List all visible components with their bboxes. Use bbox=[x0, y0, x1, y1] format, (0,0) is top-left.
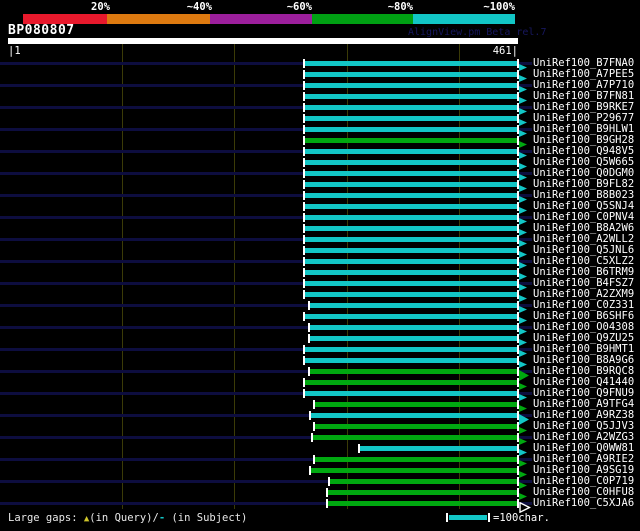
scale-segment-100% bbox=[413, 14, 515, 24]
hit-bar[interactable] bbox=[305, 193, 518, 198]
subject-gap-text: (in Subject) bbox=[165, 512, 248, 524]
hit-bar[interactable] bbox=[315, 402, 518, 407]
ruler-end: 461| bbox=[492, 45, 518, 57]
scale-segment-40% bbox=[107, 14, 210, 24]
hit-bar[interactable] bbox=[305, 160, 518, 165]
hit-bar[interactable] bbox=[305, 237, 518, 242]
hit-bar[interactable] bbox=[305, 105, 518, 110]
hit-bar[interactable] bbox=[305, 270, 518, 275]
hit-bar[interactable] bbox=[313, 435, 518, 440]
scale-label: ~60% bbox=[286, 1, 312, 13]
scale-label: ~40% bbox=[186, 1, 212, 13]
hit-row: UniRef100_C5XJA6 bbox=[0, 498, 640, 514]
scale-label: 20% bbox=[91, 1, 110, 13]
scale-segment-80% bbox=[312, 14, 413, 24]
hit-bar[interactable] bbox=[305, 83, 518, 88]
hit-bar[interactable] bbox=[315, 457, 518, 462]
hit-bar[interactable] bbox=[305, 314, 518, 319]
large-gaps-note: Large gaps: ▲(in Query)/- (in Subject) bbox=[8, 512, 247, 524]
scale-label: ~80% bbox=[387, 1, 413, 13]
hit-bar[interactable] bbox=[305, 94, 518, 99]
hit-bar[interactable] bbox=[360, 446, 518, 451]
legend-scale-bar bbox=[449, 515, 487, 520]
hit-label[interactable]: UniRef100_C5XJA6 bbox=[533, 498, 634, 509]
hit-bar[interactable] bbox=[305, 248, 518, 253]
hit-bar[interactable] bbox=[310, 325, 518, 330]
hit-bar[interactable] bbox=[305, 281, 518, 286]
hit-bar[interactable] bbox=[328, 501, 518, 506]
hit-bar[interactable] bbox=[305, 149, 518, 154]
hit-bar[interactable] bbox=[305, 182, 518, 187]
hit-bar[interactable] bbox=[305, 215, 518, 220]
hit-bar[interactable] bbox=[305, 127, 518, 132]
hit-bar[interactable] bbox=[305, 347, 518, 352]
hit-bar[interactable] bbox=[305, 259, 518, 264]
watermark: AlignView.pm Beta rel.7 bbox=[408, 27, 547, 38]
query-bar bbox=[8, 38, 518, 44]
large-gaps-label: Large gaps: bbox=[8, 512, 84, 524]
hit-bar[interactable] bbox=[305, 204, 518, 209]
query-gap-text: (in Query)/ bbox=[89, 512, 159, 524]
hit-bar[interactable] bbox=[305, 116, 518, 121]
hit-bar[interactable] bbox=[305, 391, 518, 396]
hit-bar[interactable] bbox=[310, 369, 518, 374]
hit-bar[interactable] bbox=[310, 303, 518, 308]
hit-bar[interactable] bbox=[305, 380, 518, 385]
alignview-screen: 20% ~40% ~60% ~80% ~100% BP080807 AlignView.… bbox=[0, 0, 640, 531]
legend-scale-label: =100char. bbox=[493, 512, 550, 524]
hit-bar[interactable] bbox=[315, 424, 518, 429]
hit-bar[interactable] bbox=[310, 336, 518, 341]
scale-segment-60% bbox=[210, 14, 312, 24]
query-name: BP080807 bbox=[8, 23, 75, 38]
hit-bar[interactable] bbox=[305, 226, 518, 231]
hit-bar[interactable] bbox=[305, 72, 518, 77]
legend-start-tick bbox=[446, 513, 448, 522]
legend-end-tick bbox=[488, 513, 490, 522]
hit-bar[interactable] bbox=[328, 490, 518, 495]
hit-bar[interactable] bbox=[305, 61, 518, 66]
hit-rows: UniRef100_B7FNA0 UniRef100_A7PEE5 UniRef10… bbox=[0, 58, 640, 514]
hit-bar[interactable] bbox=[305, 292, 518, 297]
hit-bar[interactable] bbox=[330, 479, 518, 484]
hit-bar[interactable] bbox=[311, 468, 518, 473]
scale-label: ~100% bbox=[483, 1, 515, 13]
hit-bar[interactable] bbox=[305, 138, 518, 143]
hit-bar[interactable] bbox=[311, 413, 518, 418]
hit-bar[interactable] bbox=[305, 358, 518, 363]
ruler-start: |1 bbox=[8, 45, 21, 57]
hit-bar[interactable] bbox=[305, 171, 518, 176]
